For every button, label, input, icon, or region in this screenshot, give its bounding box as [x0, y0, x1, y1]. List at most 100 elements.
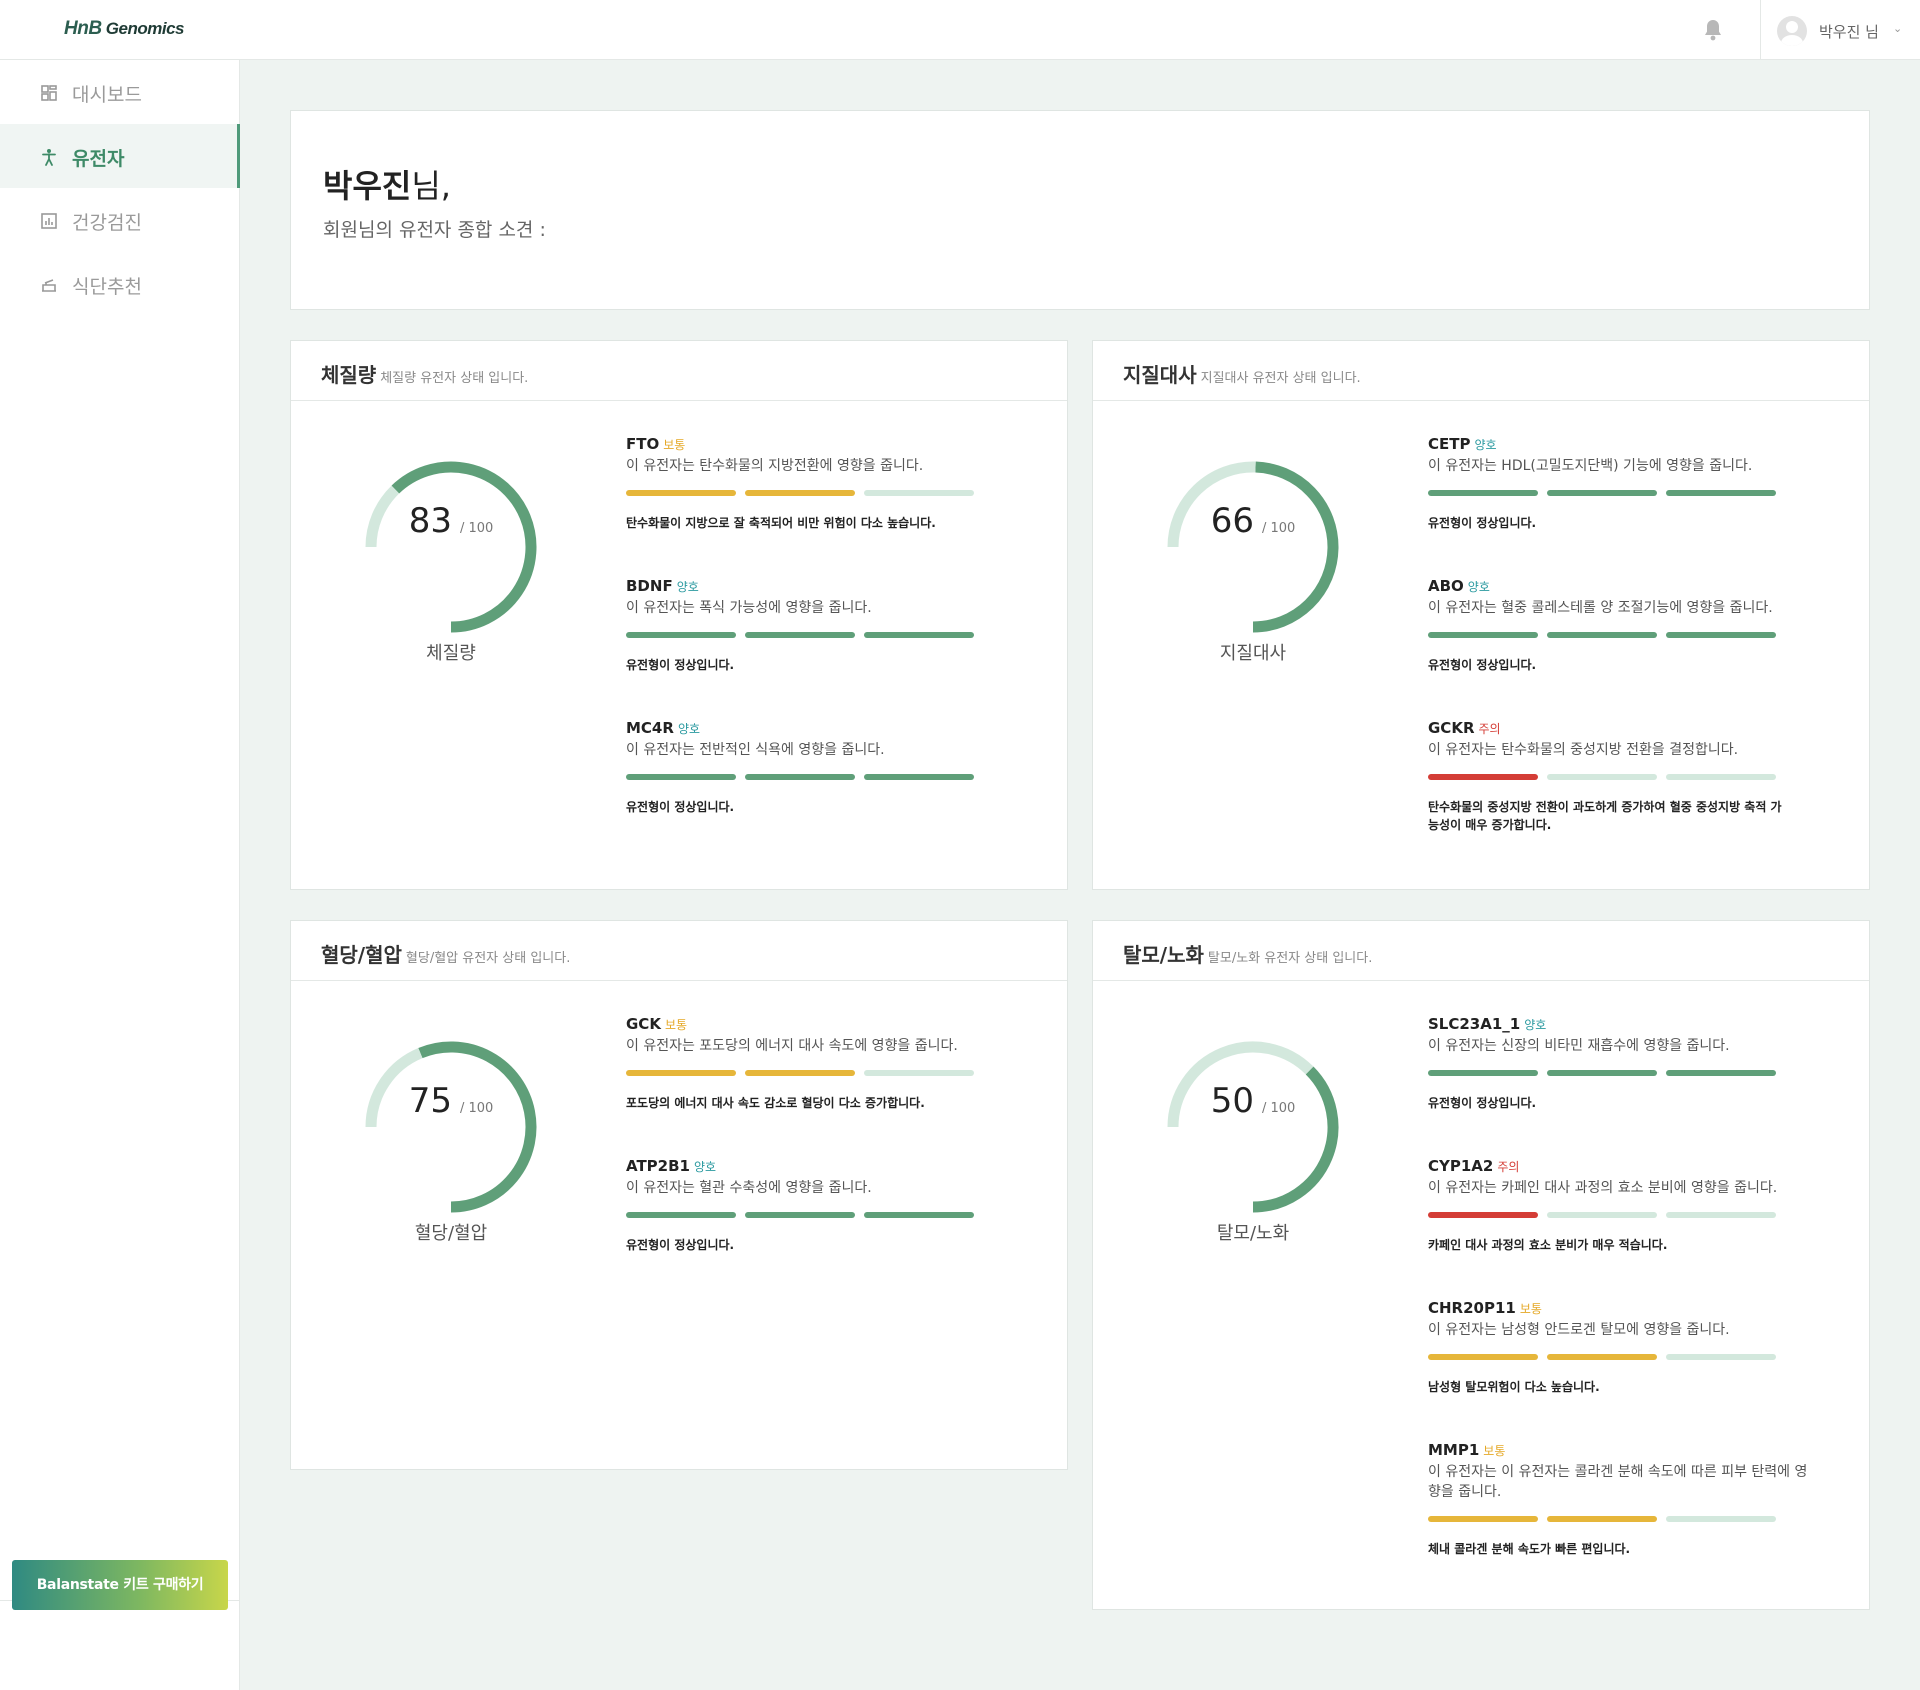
gauge-fill	[1252, 461, 1339, 633]
risk-bar-segment	[1428, 1354, 1538, 1360]
gene-name: MMP1	[1428, 1441, 1480, 1459]
sidebar-item-dashboard[interactable]: 대시보드	[0, 60, 240, 124]
score-gauge	[365, 461, 537, 633]
card-header: 지질대사 지질대사 유전자 상태 입니다.	[1093, 341, 1869, 401]
greeting-suffix: 님,	[411, 167, 451, 205]
risk-bar	[626, 632, 1016, 638]
gene-description: 이 유전자는 혈중 콜레스테롤 양 조절기능에 영향을 줍니다.	[1428, 600, 1773, 616]
sidebar-item-checkup[interactable]: 건강검진	[0, 188, 240, 252]
gene-name: SLC23A1_1	[1428, 1015, 1521, 1033]
gene-result: 유전형이 정상입니다.	[1428, 516, 1537, 530]
card-title: 탈모/노화 탈모/노화 유전자 상태 입니다.	[1123, 939, 1372, 968]
card-title: 혈당/혈압 혈당/혈압 유전자 상태 입니다.	[321, 939, 570, 968]
top-bar: HnB Genomics 박우진 님 ⌄	[0, 0, 1920, 60]
gene-name: ABO	[1428, 577, 1464, 595]
card-description: 지질대사 유전자 상태 입니다.	[1200, 371, 1361, 386]
risk-bar-segment	[745, 632, 855, 638]
card-description: 혈당/혈압 유전자 상태 입니다.	[405, 951, 571, 966]
gene-description: 이 유전자는 남성형 안드로겐 탈모에 영향을 줍니다.	[1428, 1322, 1730, 1338]
gene-result: 유전형이 정상입니다.	[626, 658, 735, 672]
gauge-label: 탈모/노화	[1216, 1223, 1290, 1244]
card-title-text: 지질대사	[1123, 363, 1197, 387]
gene-item: ABO 양호이 유전자는 혈중 콜레스테롤 양 조절기능에 영향을 줍니다. 유전형…	[1428, 576, 1818, 674]
gene-result: 유전형이 정상입니다.	[1428, 658, 1537, 672]
risk-bar-segment	[1666, 1070, 1776, 1076]
greeting-title: 박우진님,	[323, 161, 451, 207]
risk-bar-segment	[1428, 774, 1538, 780]
gene-name: MC4R	[626, 719, 674, 737]
risk-bar-segment	[1547, 1212, 1657, 1218]
gene-name: GCK	[626, 1015, 661, 1033]
score-max: / 100	[1261, 1101, 1296, 1116]
card-hair-aging: 탈모/노화 탈모/노화 유전자 상태 입니다. 50 / 100 탈모/노화 SLC23A…	[1092, 920, 1870, 1610]
gene-description: 이 유전자는 포도당의 에너지 대사 속도에 영향을 줍니다.	[626, 1038, 958, 1054]
logo[interactable]: HnB Genomics	[64, 18, 185, 40]
gene-name: CETP	[1428, 435, 1471, 453]
risk-bar-segment	[1428, 1516, 1538, 1522]
risk-bar-segment	[745, 1212, 855, 1218]
risk-bar-segment	[1547, 1516, 1657, 1522]
card-title-text: 탈모/노화	[1123, 943, 1204, 967]
buy-kit-button[interactable]: Balanstate 키트 구매하기	[12, 1560, 228, 1610]
risk-bar-segment	[626, 774, 736, 780]
risk-bar	[1428, 490, 1818, 496]
score-gauge	[1167, 1041, 1339, 1213]
sidebar-item-diet[interactable]: 식단추천	[0, 252, 240, 316]
gauge-score: 50 / 100	[1153, 1081, 1353, 1121]
gene-item: FTO 보통 이 유전자는 탄수화물의 지방전환에 영향을 줍니다. 탄수화물이 지방…	[626, 434, 1016, 532]
avatar	[1777, 16, 1807, 46]
card-header: 탈모/노화 탈모/노화 유전자 상태 입니다.	[1093, 921, 1869, 981]
gauge-score: 75 / 100	[351, 1081, 551, 1121]
gene-status-badge: 보통	[663, 438, 686, 452]
score-max: / 100	[459, 521, 494, 536]
risk-bar-segment	[745, 774, 855, 780]
gene-description: 이 유전자는 폭식 가능성에 영향을 줍니다.	[626, 600, 872, 616]
greeting-name: 박우진	[323, 167, 412, 205]
gene-description: 이 유전자는 전반적인 식욕에 영향을 줍니다.	[626, 742, 885, 758]
gene-item: CYP1A2 주의 이 유전자는 카페인 대사 과정의 효소 분비에 영향을 줍니다…	[1428, 1156, 1818, 1254]
gene-result: 체내 콜라겐 분해 속도가 빠른 편입니다.	[1428, 1542, 1631, 1556]
greeting-panel: 박우진님, 회원님의 유전자 종합 소견 :	[290, 110, 1870, 310]
gene-result: 남성형 탈모위험이 다소 높습니다.	[1428, 1380, 1600, 1394]
gene-item: GCK 보통 이 유전자는 포도당의 에너지 대사 속도에 영향을 줍니다. 포도당의…	[626, 1014, 1016, 1112]
card-header: 체질량 체질량 유전자 상태 입니다.	[291, 341, 1067, 401]
sidebar-item-label: 대시보드	[72, 84, 142, 106]
gene-name: CHR20P11	[1428, 1299, 1516, 1317]
user-menu[interactable]: 박우진 님 ⌄	[1760, 0, 1920, 60]
gene-description: 이 유전자는 탄수화물의 중성지방 전환을 결정합니다.	[1428, 742, 1739, 758]
risk-bar-segment	[626, 632, 736, 638]
risk-bar	[626, 1212, 1016, 1218]
gene-status-badge: 양호	[1474, 438, 1497, 452]
sidebar-item-genes[interactable]: 유전자	[0, 124, 240, 188]
gene-status-badge: 양호	[676, 580, 699, 594]
gene-item: CHR20P11 보통 이 유전자는 남성형 안드로겐 탈모에 영향을 줍니다. 남성…	[1428, 1298, 1818, 1396]
score-value: 50	[1210, 1081, 1254, 1121]
card-title-text: 혈당/혈압	[321, 943, 402, 967]
gene-description: 이 유전자는 HDL(고밀도지단백) 기능에 영향을 줍니다.	[1428, 458, 1753, 474]
gene-result: 유전형이 정상입니다.	[626, 1238, 735, 1252]
risk-bar-segment	[1547, 774, 1657, 780]
risk-bar-segment	[1428, 632, 1538, 638]
risk-bar-segment	[1428, 1212, 1538, 1218]
gene-name: FTO	[626, 435, 660, 453]
risk-bar-segment	[1547, 490, 1657, 496]
card-title: 지질대사 지질대사 유전자 상태 입니다.	[1123, 359, 1361, 388]
risk-bar-segment	[864, 1212, 974, 1218]
logo-hnb: HnB	[64, 18, 102, 39]
card-description: 체질량 유전자 상태 입니다.	[380, 371, 529, 386]
bell-icon[interactable]	[1702, 18, 1724, 42]
card-body-mass: 체질량 체질량 유전자 상태 입니다. 83/ 100 체질량 FTO 보통 이 유전자는 …	[290, 340, 1068, 890]
gauge-score: 83 / 100	[351, 501, 551, 541]
dashboard-icon	[41, 85, 57, 101]
risk-bar	[1428, 774, 1818, 780]
score-value: 83	[408, 501, 452, 541]
risk-bar-segment	[864, 490, 974, 496]
score-max: / 100	[1261, 521, 1296, 536]
gauge-label: 체질량	[426, 643, 476, 664]
sidebar-item-label: 식단추천	[72, 276, 142, 298]
gene-status-badge: 양호	[1467, 580, 1490, 594]
score-gauge	[1167, 461, 1339, 633]
gauge-fill	[391, 461, 537, 633]
risk-bar-segment	[1666, 1354, 1776, 1360]
gene-item: CETP 양호이 유전자는 HDL(고밀도지단백) 기능에 영향을 줍니다. 유전형…	[1428, 434, 1818, 532]
